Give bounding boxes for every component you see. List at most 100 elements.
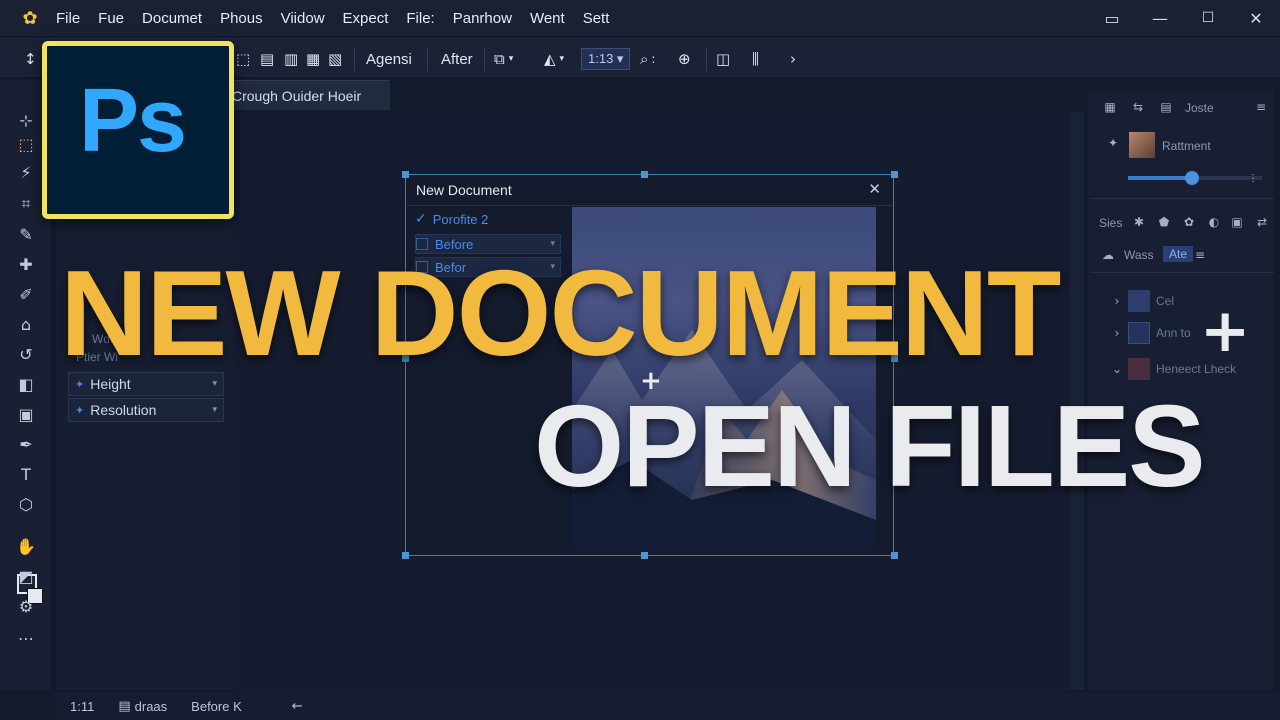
distribute-icon[interactable]: ▧ bbox=[328, 39, 342, 79]
options-divider bbox=[706, 47, 707, 71]
layers-icon-2[interactable]: ⬟ bbox=[1155, 213, 1173, 231]
text-tool-icon[interactable]: T bbox=[14, 462, 38, 486]
dialog-divider bbox=[407, 205, 893, 206]
resolution-label: Resolution bbox=[90, 402, 157, 418]
status-before[interactable]: Before K bbox=[191, 699, 242, 714]
layers-icon-5[interactable]: ▣ bbox=[1228, 213, 1246, 231]
panel-tab-label: Sies bbox=[1099, 216, 1123, 230]
menu-file-2[interactable]: File: bbox=[406, 10, 434, 27]
menu-went[interactable]: Went bbox=[530, 10, 565, 27]
menu-file[interactable]: File bbox=[56, 10, 80, 27]
adjust-icon[interactable]: ✦ bbox=[1104, 134, 1122, 152]
grip-icon[interactable]: ⫶ bbox=[1244, 170, 1262, 188]
options-divider bbox=[354, 47, 355, 71]
dialog-title: New Document bbox=[416, 182, 512, 198]
menu-documet[interactable]: Documet bbox=[142, 10, 202, 27]
quick-mask-icon[interactable]: ◩ bbox=[14, 564, 38, 588]
panel-title: Joste bbox=[1185, 101, 1214, 115]
expand-icon: ✦ bbox=[75, 403, 85, 417]
plus-icon: + bbox=[1200, 296, 1251, 366]
resize-handle[interactable] bbox=[891, 171, 898, 178]
app-logo-icon[interactable]: ✿ bbox=[18, 6, 42, 30]
close-icon[interactable]: ✕ bbox=[868, 180, 881, 198]
preset-porofite[interactable]: ✓ Porofite 2 bbox=[415, 209, 561, 229]
photoshop-logo: Ps bbox=[42, 41, 234, 219]
resolution-field[interactable]: ✦ Resolution ▾ bbox=[68, 398, 224, 422]
healing-icon[interactable]: ✚ bbox=[14, 252, 38, 276]
magic-wand-icon[interactable]: ⚡ bbox=[14, 160, 38, 184]
move-icon[interactable]: ⊹ bbox=[14, 108, 38, 132]
chevron-down-icon: ▾ bbox=[212, 405, 217, 415]
slider-fill bbox=[1128, 176, 1193, 180]
panel-icon-2[interactable]: ⇆ bbox=[1129, 98, 1147, 116]
options-divider bbox=[484, 47, 485, 71]
transform-icon[interactable]: ⧉ ▾ bbox=[494, 39, 513, 79]
gradient-icon[interactable]: ▣ bbox=[14, 402, 38, 426]
after-option[interactable]: After bbox=[441, 39, 473, 79]
panel-divider bbox=[1090, 198, 1274, 199]
hand-icon[interactable]: ✋ bbox=[14, 534, 38, 558]
adjustment-label: Rattment bbox=[1162, 139, 1211, 153]
resize-handle[interactable] bbox=[402, 552, 409, 559]
close-window-icon[interactable]: ✕ bbox=[1232, 0, 1280, 36]
minimize-icon[interactable]: — bbox=[1136, 0, 1184, 36]
headline-secondary: OPEN FILES bbox=[534, 381, 1206, 511]
align-middle-icon[interactable]: ▥ bbox=[284, 39, 298, 79]
zoom-icon[interactable]: ⊕ bbox=[678, 39, 691, 79]
path-select-icon[interactable]: ⬡ bbox=[14, 492, 38, 516]
headline-primary: NEW DOCUMENT bbox=[60, 245, 1061, 381]
align-bottom-icon[interactable]: ▦ bbox=[306, 39, 320, 79]
eyedropper-icon[interactable]: ✎ bbox=[14, 222, 38, 246]
menu-panrhow[interactable]: Panrhow bbox=[453, 10, 512, 27]
move-tool-icon[interactable]: ↕ bbox=[24, 39, 37, 79]
marquee-icon[interactable]: ⬚ bbox=[14, 132, 38, 156]
panel-icon-1[interactable]: ▦ bbox=[1101, 98, 1119, 116]
document-tab[interactable]: Crough Ouider Hoeir bbox=[226, 80, 390, 110]
resize-handle[interactable] bbox=[641, 171, 648, 178]
menu-sett[interactable]: Sett bbox=[583, 10, 610, 27]
arrange-icon[interactable]: ⫼ bbox=[752, 39, 759, 79]
align-top-icon[interactable]: ▤ bbox=[260, 39, 274, 79]
resize-handle[interactable] bbox=[641, 552, 648, 559]
layers-icon-4[interactable]: ◐ bbox=[1205, 213, 1223, 231]
crop-icon[interactable]: ⌗ bbox=[14, 192, 38, 216]
adjustment-thumbnail[interactable] bbox=[1129, 132, 1155, 158]
zoom-value: 1:13 bbox=[588, 51, 614, 66]
pen-icon[interactable]: ✒ bbox=[14, 432, 38, 456]
screen-mode-icon[interactable]: ⚙ bbox=[14, 594, 38, 618]
chevron-right-icon[interactable]: › bbox=[790, 39, 796, 79]
edit-toolbar-icon[interactable]: ⋯ bbox=[14, 626, 38, 650]
arrow-left-icon[interactable]: ← bbox=[292, 699, 303, 714]
status-doc-info[interactable]: draas bbox=[135, 699, 168, 714]
resize-handle[interactable] bbox=[891, 552, 898, 559]
maximize-icon[interactable]: ☐ bbox=[1184, 0, 1232, 36]
brush-icon[interactable]: ✐ bbox=[14, 282, 38, 306]
layers-icon-6[interactable]: ⇄ bbox=[1253, 213, 1271, 231]
status-bar: 1:11 ▤ draas Before K ← bbox=[56, 692, 1280, 720]
zoom-select[interactable]: 1:13 ▾ bbox=[581, 39, 631, 79]
menu-phous[interactable]: Phous bbox=[220, 10, 263, 27]
menu-expect[interactable]: Expect bbox=[343, 10, 389, 27]
logo-text: Ps bbox=[79, 71, 187, 171]
menu-bar: ✿ File Fue Documet Phous Viidow Expect F… bbox=[0, 0, 1280, 36]
panel-toggle-icon[interactable]: ◫ bbox=[716, 39, 730, 79]
search-icon[interactable]: ⌕: bbox=[640, 39, 655, 79]
agensi-option[interactable]: Agensi bbox=[366, 39, 412, 79]
workspace-icon[interactable]: ▭ bbox=[1088, 0, 1136, 36]
fill-icon[interactable]: ◭ ▾ bbox=[544, 39, 564, 79]
menu-fue[interactable]: Fue bbox=[98, 10, 124, 27]
checkmark-icon: ✓ bbox=[415, 211, 427, 227]
eraser-icon[interactable]: ◧ bbox=[14, 372, 38, 396]
stamp-icon[interactable]: ⌂ bbox=[14, 312, 38, 336]
status-zoom[interactable]: 1:11 bbox=[70, 699, 94, 714]
window-controls: ▭ — ☐ ✕ bbox=[1088, 0, 1280, 36]
layers-icon-1[interactable]: ✱ bbox=[1130, 213, 1148, 231]
resize-handle[interactable] bbox=[402, 171, 409, 178]
panel-menu-icon[interactable]: ≡ bbox=[1252, 98, 1270, 116]
select-rect-icon[interactable]: ⬚ bbox=[236, 39, 250, 79]
history-brush-icon[interactable]: ↺ bbox=[14, 342, 38, 366]
layers-icon-3[interactable]: ✿ bbox=[1180, 213, 1198, 231]
menu-viidow[interactable]: Viidow bbox=[281, 10, 325, 27]
preset-label: Porofite 2 bbox=[432, 211, 489, 227]
panel-icon-3[interactable]: ▤ bbox=[1157, 98, 1175, 116]
